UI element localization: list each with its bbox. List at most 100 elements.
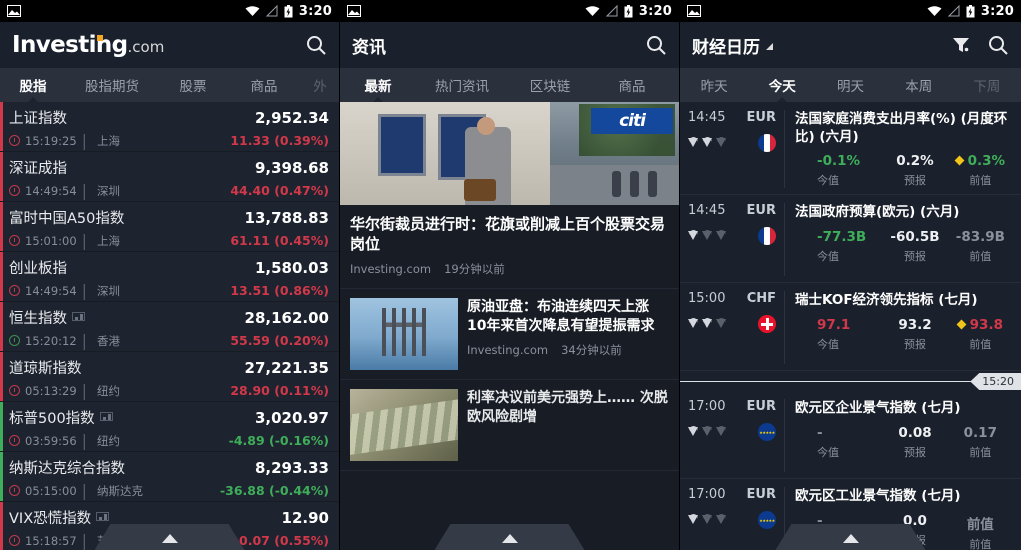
actual-label: 今值 (817, 445, 839, 459)
event-currency: EUR (746, 110, 776, 125)
status-bar: 3:20 (0, 0, 339, 22)
tab-gu-zhi[interactable]: 股指 (0, 68, 66, 102)
oil-rig-thumbnail (350, 297, 458, 370)
event-time: 15:00 (688, 291, 726, 307)
forecast-label: 预报 (903, 249, 926, 263)
bottom-nav-handle[interactable] (775, 524, 926, 550)
actual-label: 今值 (817, 337, 839, 351)
chart-badge-icon (96, 512, 110, 521)
quote-time: 05:15:00 (25, 483, 77, 498)
tab-stocks[interactable]: 股票 (158, 68, 228, 102)
event-currency: CHF (746, 291, 776, 307)
status-bar: 3:20 (340, 0, 679, 22)
quote-exchange: 纳斯达克 (97, 483, 144, 498)
article-title: 原油亚盘：布油连续四天上涨 10年来首次降息有望提振需求 (467, 298, 655, 334)
lead-article[interactable]: 华尔街裁员进行时：花旗或削减上百个股票交易岗位 Investing.com 19分… (340, 205, 679, 289)
tab-popular[interactable]: 热门资讯 (416, 68, 508, 102)
search-icon[interactable] (305, 34, 327, 56)
clock-icon (9, 185, 20, 196)
table-row[interactable]: 14:45 EUR 法国政府预算(欧元) (六月) -77.3B 今值 -60.5… (680, 195, 1021, 284)
table-row[interactable]: 深证成指 9,398.68 14:49:54 | 深圳 44.40 (0.47%… (0, 152, 339, 202)
importance-bulls (688, 230, 727, 241)
status-time: 3:20 (298, 3, 332, 19)
flag-icon (758, 134, 776, 152)
separator: | (81, 231, 88, 250)
quote-exchange: 纽约 (97, 433, 121, 448)
markets-app-bar: Investing.com (0, 22, 339, 68)
news-tab-bar[interactable]: 最新 热门资讯 区块链 商品 (340, 68, 679, 102)
bottom-nav-handle[interactable] (434, 524, 585, 550)
actual-label: 今值 (817, 174, 839, 188)
clock-icon (9, 335, 20, 346)
tab-latest[interactable]: 最新 (340, 68, 416, 102)
cash-money-thumbnail (350, 388, 458, 461)
businessman-head (477, 117, 495, 135)
table-row[interactable]: 上证指数 2,952.34 15:19:25 | 上海 11.33 (0.39%… (0, 102, 339, 152)
tab-forex-partial[interactable]: 外 (300, 68, 339, 102)
quote-last: 12.90 (281, 509, 329, 527)
forecast-label: 预报 (903, 174, 926, 188)
quote-change: 11.33 (0.39%) (230, 133, 329, 148)
quote-name: 上证指数 (9, 111, 67, 127)
importance-bulls (688, 318, 727, 329)
table-row[interactable]: 17:00 EUR 欧元区企业景气指数 (七月) - 今值 0.08 预报 0.17… (680, 391, 1021, 480)
chart-badge-icon (72, 312, 85, 321)
event-name: 瑞士KOF经济领先指标 (七月) (795, 292, 978, 309)
logo-suffix: .com (127, 37, 165, 56)
table-row[interactable]: 富时中国A50指数 13,788.83 15:01:00 | 上海 61.11 … (0, 202, 339, 252)
tab-tomorrow[interactable]: 明天 (816, 68, 884, 102)
tab-index-futures[interactable]: 股指期货 (66, 68, 158, 102)
table-row[interactable]: 恒生指数 28,162.00 15:20:12 | 香港 55.59 (0.20… (0, 302, 339, 352)
quote-list[interactable]: 上证指数 2,952.34 15:19:25 | 上海 11.33 (0.39%… (0, 102, 339, 550)
previous-label: 前值 (969, 249, 992, 263)
image-icon (687, 5, 701, 17)
search-icon[interactable] (987, 34, 1009, 56)
table-row[interactable]: 15:00 CHF 瑞士KOF经济领先指标 (七月) 97.1 今值 93.2 预报… (680, 283, 1021, 372)
table-row[interactable]: 纳斯达克综合指数 8,293.33 05:15:00 | 纳斯达克 -36.88… (0, 452, 339, 502)
quote-last: 8,293.33 (254, 459, 329, 477)
list-item[interactable]: 利率决议前美元强势上…… 次脱欧风险剧增 (340, 380, 679, 471)
hero-image[interactable]: citi (340, 102, 679, 205)
table-row[interactable]: 14:45 EUR 法国家庭消费支出月率(%) (月度环比) (六月) -0.1… (680, 102, 1021, 196)
status-time: 3:20 (980, 3, 1014, 19)
importance-bulls (688, 514, 727, 525)
previous-value: -83.9B (955, 228, 1005, 245)
quote-time: 05:13:29 (25, 383, 77, 398)
tab-next-week[interactable]: 下周 (953, 68, 1021, 102)
quote-name: 道琼斯指数 (9, 361, 82, 377)
filter-icon[interactable] (951, 35, 971, 55)
chevron-down-icon[interactable] (766, 42, 773, 50)
tab-this-week[interactable]: 本周 (885, 68, 953, 102)
previous-value: 0.3% (967, 153, 1006, 170)
bottom-nav-handle[interactable] (94, 524, 245, 550)
tab-today[interactable]: 今天 (748, 68, 816, 102)
tab-commodities[interactable]: 商品 (592, 68, 672, 102)
actual-label: 今值 (817, 249, 839, 263)
forecast-value: 0.2% (896, 153, 934, 170)
bull-icon (702, 318, 713, 329)
table-row[interactable]: 创业板指 1,580.03 14:49:54 | 深圳 13.51 (0.86%… (0, 252, 339, 302)
quote-exchange: 纽约 (97, 383, 121, 398)
table-row[interactable]: 道琼斯指数 27,221.35 05:13:29 | 纽约 28.90 (0.1… (0, 352, 339, 402)
tab-blockchain[interactable]: 区块链 (508, 68, 592, 102)
calendar-list[interactable]: 14:45 EUR 法国家庭消费支出月率(%) (月度环比) (六月) -0.1… (680, 102, 1021, 550)
table-row[interactable]: 标普500指数 3,020.97 03:59:56 | 纽约 -4.89 (-0… (0, 402, 339, 452)
news-list[interactable]: citi 华尔街裁员进行时：花旗或削减上百个股票交易岗位 Investing.c… (340, 102, 679, 550)
actual-value: - (817, 424, 823, 441)
bull-icon (716, 318, 727, 329)
quote-time: 15:18:57 (25, 533, 77, 548)
tab-yesterday[interactable]: 昨天 (680, 68, 748, 102)
calendar-tab-bar[interactable]: 昨天 今天 明天 本周 下周 (680, 68, 1021, 102)
list-item[interactable]: 原油亚盘：布油连续四天上涨 10年来首次降息有望提振需求 Investing.c… (340, 289, 679, 380)
bull-icon (716, 514, 727, 525)
markets-tab-bar[interactable]: 股指 股指期货 股票 商品 外 (0, 68, 339, 102)
battery-charging-icon (624, 4, 633, 17)
search-icon[interactable] (645, 34, 667, 56)
chevron-up-icon (842, 533, 859, 543)
forecast-value: 93.2 (898, 316, 932, 333)
flag-icon (758, 227, 776, 246)
previous-label: 前值 (969, 174, 992, 188)
tab-commodities[interactable]: 商品 (228, 68, 300, 102)
logo-main: Investing (12, 31, 128, 58)
clock-icon (9, 135, 20, 146)
